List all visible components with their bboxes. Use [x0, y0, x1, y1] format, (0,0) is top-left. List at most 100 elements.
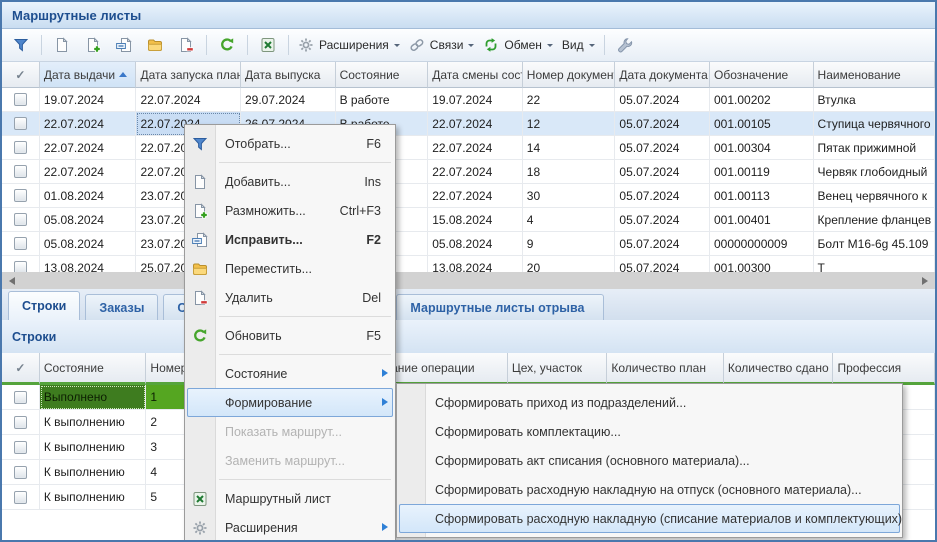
column-header-4[interactable]: Состояние [336, 62, 429, 88]
cell[interactable]: 22.07.2024 [136, 88, 241, 112]
cell[interactable]: 22.07.2024 [428, 160, 523, 184]
select-all-header[interactable]: ✓ [2, 353, 40, 385]
column-header-6[interactable]: Количество план [607, 353, 724, 385]
menu-item-generate-income-from-departments[interactable]: Сформировать приход из подразделений... [397, 388, 902, 417]
cell[interactable]: 22.07.2024 [40, 112, 137, 136]
row-checkbox[interactable] [14, 441, 27, 454]
cell[interactable]: 05.07.2024 [615, 136, 710, 160]
cell[interactable]: 12 [523, 112, 616, 136]
status-cell[interactable]: Выполнено [40, 385, 147, 410]
cell[interactable]: 05.07.2024 [615, 112, 710, 136]
move-button[interactable] [141, 33, 169, 57]
column-header-8[interactable]: Профессия [833, 353, 935, 385]
view-menu-button[interactable]: Вид [559, 33, 598, 57]
row-checkbox[interactable] [14, 416, 27, 429]
menu-item-duplicate[interactable]: Размножить...Ctrl+F3 [185, 196, 395, 225]
select-all-header[interactable]: ✓ [2, 62, 40, 88]
menu-item-delete[interactable]: УдалитьDel [185, 283, 395, 312]
column-header-7[interactable]: Дата документа [615, 62, 710, 88]
cell[interactable]: 30 [523, 184, 616, 208]
cell[interactable]: В работе [336, 88, 429, 112]
scroll-right-arrow-icon[interactable] [922, 277, 932, 285]
cell[interactable]: 13.08.2024 [40, 256, 137, 272]
table-row[interactable]: 22.07.202422.07.202422.07.20241805.07.20… [2, 160, 935, 184]
menu-item-route-sheet-print[interactable]: Маршрутный лист [185, 484, 395, 513]
cell[interactable]: 9 [523, 232, 616, 256]
status-cell[interactable]: К выполнению [40, 435, 147, 460]
menu-item-add[interactable]: Добавить...Ins [185, 167, 395, 196]
cell[interactable]: 22.07.2024 [40, 160, 137, 184]
table-row[interactable]: 13.08.202425.07.202413.08.20242005.07.20… [2, 256, 935, 272]
menu-item-state[interactable]: Состояние [185, 359, 395, 388]
cell[interactable]: 22.07.2024 [428, 112, 523, 136]
cell[interactable]: 4 [523, 208, 616, 232]
table-row[interactable]: 05.08.202423.07.202405.08.2024905.07.202… [2, 232, 935, 256]
menu-item-generate-expense-invoice-issue[interactable]: Сформировать расходную накладную на отпу… [397, 475, 902, 504]
cell[interactable]: 05.07.2024 [615, 208, 710, 232]
status-cell[interactable]: К выполнению [40, 410, 147, 435]
cell[interactable]: 05.08.2024 [40, 232, 137, 256]
row-checkbox[interactable] [14, 261, 27, 272]
column-header-5[interactable]: Цех, участок [508, 353, 608, 385]
row-checkbox[interactable] [14, 391, 27, 404]
row-checkbox[interactable] [14, 237, 27, 250]
menu-item-filter-rows[interactable]: Отобрать...F6 [185, 129, 395, 158]
excel-export-button[interactable] [254, 33, 282, 57]
menu-item-generate-writeoff-act[interactable]: Сформировать акт списания (основного мат… [397, 446, 902, 475]
cell[interactable]: 19.07.2024 [40, 88, 137, 112]
refresh-button[interactable] [213, 33, 241, 57]
h-scrollbar[interactable] [2, 272, 935, 289]
cell[interactable]: 001.00304 [710, 136, 814, 160]
cell[interactable]: 18 [523, 160, 616, 184]
status-cell[interactable]: К выполнению [40, 460, 147, 485]
cell[interactable]: 22.07.2024 [428, 136, 523, 160]
row-checkbox[interactable] [14, 189, 27, 202]
cell[interactable]: 15.08.2024 [428, 208, 523, 232]
edit-document-button[interactable] [110, 33, 138, 57]
cell[interactable]: Крепление фланцев [814, 208, 935, 232]
copy-document-button[interactable] [79, 33, 107, 57]
cell[interactable]: Пятак прижимной [814, 136, 935, 160]
cell[interactable]: 14 [523, 136, 616, 160]
links-menu-button[interactable]: Связи [406, 33, 478, 57]
tab-rows[interactable]: Строки [8, 291, 80, 320]
row-checkbox[interactable] [14, 117, 27, 130]
cell[interactable]: 22 [523, 88, 616, 112]
cell[interactable]: 22.07.2024 [40, 136, 137, 160]
cell[interactable]: Червяк глобоидный [814, 160, 935, 184]
column-header-2[interactable]: Дата запуска плановая [136, 62, 241, 88]
settings-wrench-button[interactable] [611, 33, 639, 57]
cell[interactable]: 001.00300 [710, 256, 814, 272]
cell[interactable]: 01.08.2024 [40, 184, 137, 208]
cell[interactable]: 001.00105 [710, 112, 814, 136]
menu-item-edit[interactable]: Исправить...F2 [185, 225, 395, 254]
row-checkbox[interactable] [14, 466, 27, 479]
cell[interactable]: 22.07.2024 [428, 184, 523, 208]
delete-document-button[interactable] [172, 33, 200, 57]
column-header-7[interactable]: Количество сдано [724, 353, 834, 385]
column-header-3[interactable]: Дата выпуска [241, 62, 336, 88]
cell[interactable]: 05.07.2024 [615, 256, 710, 272]
status-cell[interactable]: К выполнению [40, 485, 147, 510]
cell[interactable]: 05.07.2024 [615, 184, 710, 208]
menu-item-generate-completion[interactable]: Сформировать комплектацию... [397, 417, 902, 446]
column-header-9[interactable]: Наименование [814, 62, 935, 88]
cell[interactable]: 05.07.2024 [615, 160, 710, 184]
scroll-left-arrow-icon[interactable] [5, 277, 15, 285]
exchange-menu-button[interactable]: Обмен [480, 33, 556, 57]
row-checkbox[interactable] [14, 93, 27, 106]
cell[interactable]: Болт М16-6g 45.109 [814, 232, 935, 256]
cell[interactable]: 001.00119 [710, 160, 814, 184]
cell[interactable]: 19.07.2024 [428, 88, 523, 112]
column-header-8[interactable]: Обозначение [710, 62, 814, 88]
extensions-menu-button[interactable]: Расширения [295, 33, 403, 57]
tab-orders[interactable]: Заказы [85, 294, 158, 320]
column-header-1[interactable]: Состояние [40, 353, 147, 385]
cell[interactable]: 05.07.2024 [615, 88, 710, 112]
row-checkbox[interactable] [14, 213, 27, 226]
menu-item-generate[interactable]: Формирование [185, 388, 395, 417]
menu-item-extensions[interactable]: Расширения [185, 513, 395, 542]
row-checkbox[interactable] [14, 165, 27, 178]
table-row[interactable]: 19.07.202422.07.202429.07.2024В работе19… [2, 88, 935, 112]
cell[interactable]: 001.00202 [710, 88, 814, 112]
